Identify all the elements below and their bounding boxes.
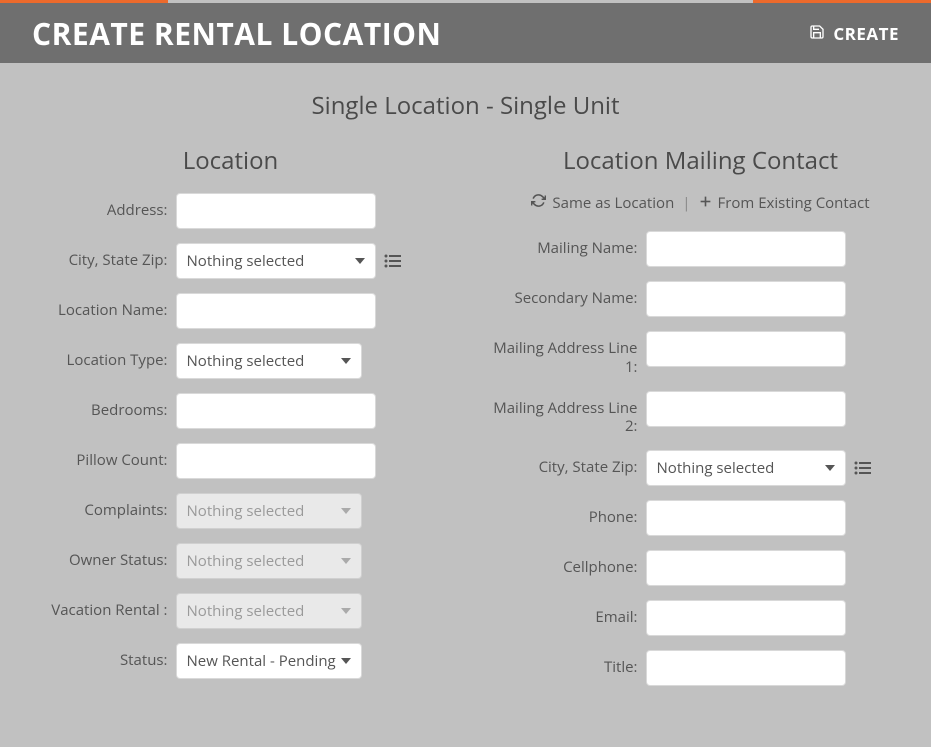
cell-input[interactable] — [646, 550, 846, 586]
mailing-name-input[interactable] — [646, 231, 846, 267]
mailing-name-label: Mailing Name: — [491, 231, 646, 258]
complaints-label: Complaints: — [21, 493, 176, 520]
refresh-icon — [531, 193, 546, 213]
email-input[interactable] — [646, 600, 846, 636]
save-icon — [809, 22, 825, 45]
title-input[interactable] — [646, 650, 846, 686]
chevron-down-icon — [341, 358, 351, 364]
create-button[interactable]: CREATE — [809, 22, 899, 45]
addr2-label: Mailing Address Line 2: — [491, 391, 646, 437]
email-label: Email: — [491, 600, 646, 627]
chevron-down-icon — [825, 465, 835, 471]
vacation-select[interactable]: Nothing selected — [176, 593, 362, 629]
city-label: City, State Zip: — [21, 243, 176, 270]
owner-status-select[interactable]: Nothing selected — [176, 543, 362, 579]
same-as-location-link[interactable]: Same as Location — [531, 193, 674, 213]
page-title: CREATE RENTAL LOCATION — [32, 13, 441, 54]
cell-label: Cellphone: — [491, 550, 646, 577]
plus-icon — [699, 193, 712, 213]
pillow-label: Pillow Count: — [21, 443, 176, 470]
location-type-label: Location Type: — [21, 343, 176, 370]
status-select[interactable]: New Rental - Pending — [176, 643, 362, 679]
chevron-down-icon — [341, 658, 351, 664]
accent-bar — [0, 0, 931, 3]
chevron-down-icon — [355, 258, 365, 264]
city-select[interactable]: Nothing selected — [176, 243, 376, 279]
pillow-input[interactable] — [176, 443, 376, 479]
bedrooms-label: Bedrooms: — [21, 393, 176, 420]
from-existing-link[interactable]: From Existing Contact — [699, 193, 870, 213]
subtitle: Single Location - Single Unit — [0, 89, 931, 122]
city-select-value: Nothing selected — [187, 251, 305, 271]
secondary-name-input[interactable] — [646, 281, 846, 317]
header-bar: CREATE RENTAL LOCATION CREATE — [0, 3, 931, 63]
contact-section: Location Mailing Contact Same as Locatio… — [491, 144, 911, 700]
location-name-input[interactable] — [176, 293, 376, 329]
owner-status-label: Owner Status: — [21, 543, 176, 570]
owner-status-value: Nothing selected — [187, 551, 305, 571]
create-button-label: CREATE — [833, 22, 899, 45]
same-as-location-label: Same as Location — [552, 193, 674, 213]
location-name-label: Location Name: — [21, 293, 176, 320]
address-input[interactable] — [176, 193, 376, 229]
status-label: Status: — [21, 643, 176, 670]
bedrooms-input[interactable] — [176, 393, 376, 429]
divider: | — [682, 193, 690, 213]
addr2-input[interactable] — [646, 391, 846, 427]
secondary-name-label: Secondary Name: — [491, 281, 646, 308]
status-value: New Rental - Pending — [187, 651, 336, 671]
location-type-select[interactable]: Nothing selected — [176, 343, 362, 379]
phone-input[interactable] — [646, 500, 846, 536]
contact-heading: Location Mailing Contact — [491, 144, 911, 177]
chevron-down-icon — [341, 508, 351, 514]
title-label: Title: — [491, 650, 646, 677]
complaints-select[interactable]: Nothing selected — [176, 493, 362, 529]
list-icon[interactable] — [854, 461, 872, 475]
vacation-label: Vacation Rental : — [21, 593, 176, 620]
complaints-value: Nothing selected — [187, 501, 305, 521]
location-section: Location Address: City, State Zip: Nothi… — [21, 144, 441, 700]
location-type-value: Nothing selected — [187, 351, 305, 371]
contact-city-select[interactable]: Nothing selected — [646, 450, 846, 486]
address-label: Address: — [21, 193, 176, 220]
contact-city-value: Nothing selected — [657, 458, 775, 478]
location-heading: Location — [21, 144, 441, 177]
vacation-value: Nothing selected — [187, 601, 305, 621]
addr1-label: Mailing Address Line 1: — [491, 331, 646, 377]
addr1-input[interactable] — [646, 331, 846, 367]
chevron-down-icon — [341, 608, 351, 614]
list-icon[interactable] — [384, 254, 402, 268]
contact-actions: Same as Location | From Existing Contact — [491, 193, 911, 213]
phone-label: Phone: — [491, 500, 646, 527]
contact-city-label: City, State Zip: — [491, 450, 646, 477]
from-existing-label: From Existing Contact — [718, 193, 870, 213]
chevron-down-icon — [341, 558, 351, 564]
